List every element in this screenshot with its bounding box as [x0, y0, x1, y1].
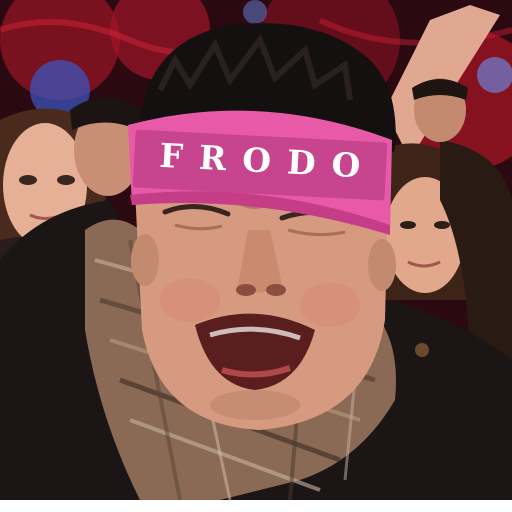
photo-illustration — [0, 0, 512, 512]
photo-frame: F R O D O — [0, 0, 512, 512]
jacket-button — [415, 343, 429, 357]
bottom-border — [0, 500, 512, 512]
